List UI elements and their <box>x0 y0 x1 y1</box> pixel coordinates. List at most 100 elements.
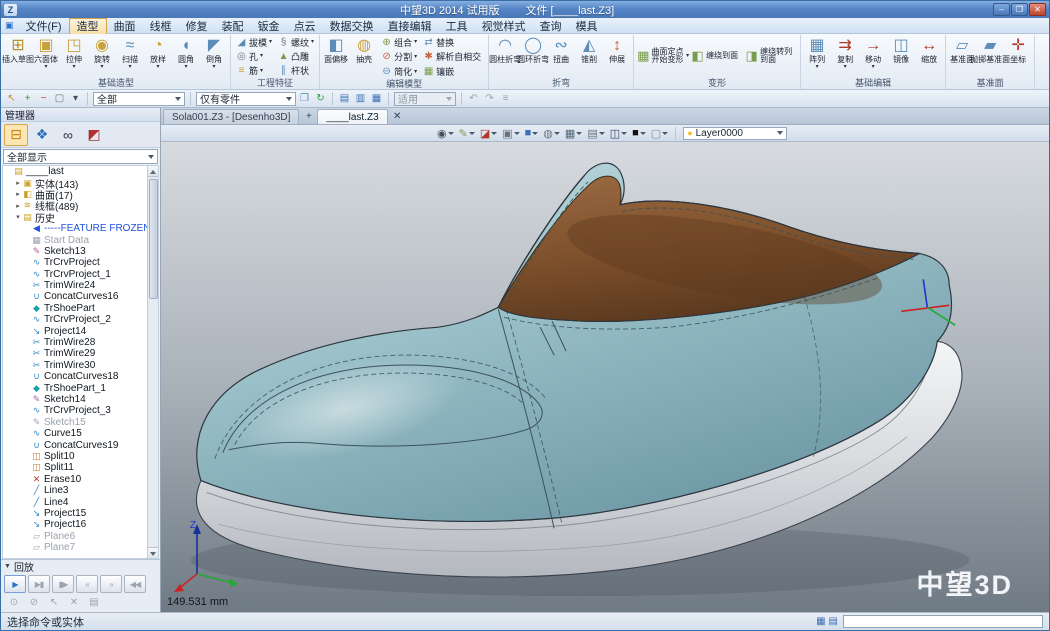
tree-item[interactable]: ✕ Erase10 <box>3 474 147 485</box>
tree-item[interactable]: ∪ ConcatCurves19 <box>3 439 147 450</box>
replay-pick-icon[interactable]: ↖ <box>47 597 61 608</box>
ribbon-button[interactable]: ≡ 筋 ▾ <box>233 64 275 78</box>
document-tab-last[interactable]: ____last.Z3 <box>317 109 387 124</box>
wireframe-mode-icon[interactable]: ▦ <box>565 127 582 140</box>
tree-item[interactable]: ✂ TrimWire24 <box>3 280 147 291</box>
list-filter-icon[interactable]: ▥ <box>354 93 367 104</box>
tree-item[interactable]: ✎ Sketch14 <box>3 394 147 405</box>
tree-item[interactable]: ╱ Line4 <box>3 496 147 507</box>
menu-item[interactable]: 视觉样式 <box>475 18 533 34</box>
undo-icon[interactable]: ↶ <box>467 93 480 104</box>
ribbon-button[interactable]: ◧ 面偏移 <box>322 35 350 79</box>
grid-display-icon[interactable]: ▤ <box>587 127 604 140</box>
tree-item[interactable]: ◀ -----FEATURE FROZEN HERE----- <box>3 223 147 234</box>
ribbon-button[interactable]: ∾ 扭曲 <box>547 35 575 78</box>
ribbon-button[interactable]: ◢ 拔模 ▾ <box>233 35 275 49</box>
ribbon-button[interactable]: ▦ 镶嵌 <box>420 65 486 79</box>
background-white-swatch[interactable]: ▢ <box>651 127 668 140</box>
status-grid-icon[interactable]: ▦ <box>816 616 825 627</box>
tree-item[interactable]: ◆ TrShoePart_1 <box>3 382 147 393</box>
redline-icon[interactable]: ✎ <box>459 127 475 140</box>
ribbon-button[interactable]: ◤ 倒角 ▾ <box>200 35 228 78</box>
save-icon[interactable]: ▣ <box>5 20 14 31</box>
tree-item[interactable]: ◫ Split10 <box>3 451 147 462</box>
viewport-3d[interactable]: Z 149.531 mm 中望3D <box>161 142 1049 612</box>
scroll-up-icon[interactable] <box>148 166 158 177</box>
layer-combo[interactable]: ● Layer0000 <box>683 127 787 140</box>
menu-item[interactable]: 直接编辑 <box>381 18 439 34</box>
close-button[interactable]: ✕ <box>1029 3 1046 16</box>
scroll-down-icon[interactable] <box>148 547 158 558</box>
multi-view-icon[interactable]: ◫ <box>610 127 627 140</box>
tree-scrollbar[interactable] <box>147 166 158 558</box>
minimize-button[interactable]: – <box>993 3 1010 16</box>
ribbon-button[interactable]: ▣ 六面体 ▾ <box>32 35 60 78</box>
ribbon-button[interactable]: ◨ 缠绕转列到面 <box>744 39 798 73</box>
replay-fast-backward-button[interactable]: « <box>76 575 98 593</box>
tree-expand-icon[interactable]: ▸ <box>14 202 22 210</box>
replay-link-icon[interactable]: ⊙ <box>7 597 21 608</box>
background-black-swatch[interactable]: ■ <box>632 127 646 139</box>
tree-item[interactable]: ∪ ConcatCurves16 <box>3 291 147 302</box>
list-style-icon[interactable]: ▤ <box>338 93 351 104</box>
replay-step-forward-button[interactable]: ▮▶ <box>52 575 74 593</box>
ribbon-button[interactable]: ↔ 缩放 <box>915 35 943 78</box>
ribbon-button[interactable]: ◧ 缠绕到面 <box>690 39 744 73</box>
shade-mode-icon[interactable]: ■ <box>525 127 539 139</box>
options-icon[interactable]: ≡ <box>499 93 512 104</box>
ribbon-button[interactable]: ◭ 锥削 <box>575 35 603 78</box>
ribbon-button[interactable]: ◔ 放样 ▾ <box>144 35 172 78</box>
list-group-icon[interactable]: ▦ <box>370 93 383 104</box>
ribbon-button[interactable]: ✱ 解析自相交 <box>420 50 486 64</box>
pick-add-icon[interactable]: + <box>21 93 34 104</box>
ribbon-button[interactable]: ◍ 抽壳 <box>350 35 378 79</box>
tree-item[interactable]: ◫ Split11 <box>3 462 147 473</box>
menu-item[interactable]: 工具 <box>439 18 475 34</box>
tree-item[interactable]: ↘ Project15 <box>3 508 147 519</box>
replay-play-button[interactable]: ▶ <box>4 575 26 593</box>
tree-item[interactable]: ∪ ConcatCurves18 <box>3 371 147 382</box>
ribbon-button[interactable]: ▦ 曲面定点开始变形 ▾ <box>636 39 690 73</box>
collapse-icon[interactable]: ▼ <box>4 563 11 570</box>
tree-item[interactable]: ✎ Sketch13 <box>3 246 147 257</box>
ribbon-button[interactable]: → 移动 ▾ <box>859 35 887 78</box>
tree-item[interactable]: ∿ TrCrvProject_1 <box>3 269 147 280</box>
ribbon-button[interactable]: ⇉ 复制 ▾ <box>831 35 859 78</box>
replay-unlink-icon[interactable]: ⊘ <box>27 597 41 608</box>
pick-mode-dropdown-icon[interactable]: ▾ <box>69 93 82 104</box>
add-tab-button[interactable]: + <box>301 109 316 124</box>
tree-item[interactable]: ▦ Start Data <box>3 234 147 245</box>
regen-icon[interactable]: ↻ <box>314 93 327 104</box>
menu-item[interactable]: 数据交换 <box>323 18 381 34</box>
ribbon-button[interactable]: ⊘ 分割 ▾ <box>378 50 420 64</box>
tree-item[interactable]: ▸ ▣ 实体(143) <box>3 177 147 188</box>
ribbon-button[interactable]: ◠ 圆柱折弯 <box>491 35 519 78</box>
manager-tab-history[interactable]: ⊟ <box>4 124 28 146</box>
menu-item[interactable]: 造型 <box>69 18 107 34</box>
menu-item[interactable]: 线框 <box>143 18 179 34</box>
menu-item[interactable]: 模具 <box>569 18 605 34</box>
ribbon-button[interactable]: ◫ 镜像 <box>887 35 915 78</box>
close-tab-button[interactable]: ✕ <box>390 109 405 124</box>
ribbon-button[interactable]: ↕ 伸展 <box>603 35 631 78</box>
tree-item[interactable]: ▱ Plane7 <box>3 542 147 553</box>
replay-play-to-end-button[interactable]: ▶▮ <box>28 575 50 593</box>
tree-expand-icon[interactable]: ▸ <box>14 190 22 198</box>
ribbon-button[interactable]: ◖ 圆角 ▾ <box>172 35 200 78</box>
tree-item[interactable]: ✂ TrimWire30 <box>3 360 147 371</box>
apply-combo[interactable]: 适用 <box>394 92 456 106</box>
show-all-combo[interactable]: 全部显示 <box>3 149 158 164</box>
tree-item[interactable]: ✂ TrimWire28 <box>3 337 147 348</box>
menu-item[interactable]: 文件(F) <box>19 18 69 34</box>
tree-item[interactable]: ◆ TrShoePart <box>3 303 147 314</box>
ribbon-button[interactable]: ▰ 抛掷基准面 <box>976 35 1004 78</box>
copy-docs-icon[interactable]: ❐ <box>298 93 311 104</box>
ribbon-button[interactable]: ⊞ 插入草图 <box>4 35 32 78</box>
menu-item[interactable]: 钣金 <box>251 18 287 34</box>
tree-item[interactable]: ▱ Plane6 <box>3 531 147 542</box>
tree-expand-icon[interactable]: ▸ <box>14 179 22 187</box>
ribbon-button[interactable]: ▲ 凸雕 <box>275 49 317 63</box>
redo-icon[interactable]: ↷ <box>483 93 496 104</box>
ribbon-button[interactable]: ◉ 旋转 ▾ <box>88 35 116 78</box>
tree-item[interactable]: ∿ TrCrvProject_3 <box>3 405 147 416</box>
